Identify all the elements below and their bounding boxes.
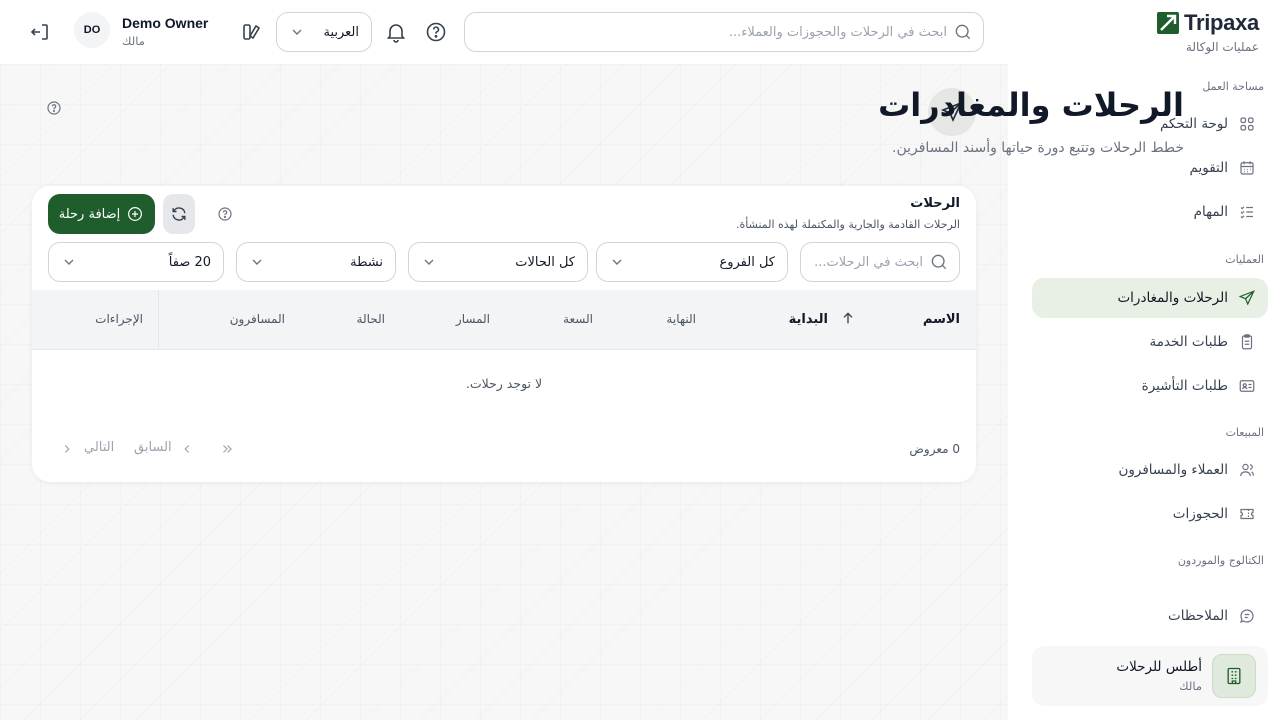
table-header: الاسم البداية النهاية السعة المسار الحال… [32, 290, 976, 350]
branch-filter-value: كل الفروع [719, 254, 775, 270]
page-subtitle: خطط الرحلات وتتبع دورة حياتها وأسند المس… [892, 140, 1184, 156]
avatar[interactable]: DO [74, 12, 110, 48]
organization-role: مالك [1179, 679, 1202, 693]
calendar-icon [1238, 159, 1256, 177]
trips-search-input[interactable]: ابحث في الرحلات... [800, 242, 960, 282]
column-end[interactable]: النهاية [666, 312, 696, 326]
sidebar-item-label: طلبات الخدمة [1149, 334, 1228, 350]
send-icon [1238, 289, 1256, 307]
prev-page-button[interactable]: السابق [134, 440, 172, 455]
grid-icon [1238, 115, 1256, 133]
sidebar-item-label: العملاء والمسافرون [1118, 462, 1228, 478]
sidebar-item-bookings[interactable]: الحجوزات [1032, 494, 1268, 534]
sidebar-item-service-requests[interactable]: طلبات الخدمة [1032, 322, 1268, 362]
refresh-icon [169, 204, 189, 224]
search-icon [929, 252, 949, 272]
language-value: العربية [323, 24, 359, 40]
chevron-down-icon [609, 254, 625, 270]
ticket-icon [1238, 505, 1256, 523]
card-title: الرحلات [910, 196, 960, 211]
arrow-up-icon[interactable] [840, 310, 856, 326]
brand-subtitle: عمليات الوكالة [1185, 40, 1259, 54]
chevron-right-icon [60, 442, 74, 456]
first-page-icon[interactable] [220, 442, 234, 456]
help-icon[interactable] [217, 206, 233, 222]
brand-name: Tripaxa [1184, 10, 1259, 35]
help-icon[interactable] [424, 20, 448, 44]
column-status[interactable]: الحالة [357, 312, 385, 326]
sidebar-item-trips[interactable]: الرحلات والمغادرات [1032, 278, 1268, 318]
card-subtitle: الرحلات القادمة والجارية والمكتملة لهذه … [736, 218, 960, 231]
bell-icon[interactable] [384, 20, 408, 44]
section-catalog: الكتالوج والموردون [1177, 554, 1264, 567]
chevron-down-icon [249, 254, 265, 270]
user-role: مالك [122, 34, 145, 48]
search-icon [953, 22, 973, 42]
top-header: ابحث في الرحلات والحجوزات والعملاء... ال… [0, 0, 1008, 64]
brand-mark-icon [1157, 12, 1180, 34]
page-title: الرحلات والمغادرات [878, 86, 1184, 124]
branch-filter-select[interactable]: كل الفروع [596, 242, 788, 282]
add-trip-label: إضافة رحلة [58, 206, 121, 222]
sidebar-item-notes[interactable]: الملاحظات [1032, 596, 1268, 636]
sidebar-item-label: طلبات التأشيرة [1141, 378, 1228, 394]
sidebar-item-visa-requests[interactable]: طلبات التأشيرة [1032, 366, 1268, 406]
column-divider [158, 290, 159, 350]
user-name: Demo Owner [122, 15, 209, 31]
active-filter-select[interactable]: نشطة [236, 242, 396, 282]
language-select[interactable]: العربية [276, 12, 372, 52]
rows-per-page-select[interactable]: 20 صفاً [48, 242, 224, 282]
empty-state: لا توجد رحلات. [465, 376, 543, 391]
sidebar-item-label: الملاحظات [1168, 608, 1228, 624]
column-actions: الإجراءات [95, 312, 143, 326]
rows-per-page-value: 20 صفاً [168, 254, 211, 270]
global-search-placeholder: ابحث في الرحلات والحجوزات والعملاء... [728, 24, 947, 40]
brand-logo[interactable]: Tripaxa [1156, 10, 1259, 36]
sidebar-item-label: المهام [1193, 204, 1228, 220]
trips-card: الرحلات الرحلات القادمة والجارية والمكتم… [32, 186, 976, 482]
sidebar-item-label: الرحلات والمغادرات [1117, 290, 1228, 306]
section-sales: المبيعات [1225, 426, 1264, 439]
column-route[interactable]: المسار [456, 312, 490, 326]
organization-name: أطلس للرحلات [1116, 659, 1202, 675]
checklist-icon [1238, 203, 1256, 221]
chevron-down-icon [289, 24, 305, 40]
sidebar-item-tasks[interactable]: المهام [1032, 192, 1268, 232]
status-filter-value: كل الحالات [515, 254, 575, 270]
id-card-icon [1238, 377, 1256, 395]
organization-switcher[interactable]: أطلس للرحلات مالك [1032, 646, 1268, 706]
column-start[interactable]: البداية [789, 312, 828, 327]
building-icon [1212, 654, 1256, 698]
trips-search-placeholder: ابحث في الرحلات... [814, 254, 923, 270]
results-count: 0 معروض [909, 442, 960, 456]
users-icon [1238, 461, 1256, 479]
section-workspace: مساحة العمل [1202, 80, 1264, 93]
section-operations: العمليات [1225, 253, 1264, 266]
theme-edit-icon[interactable] [240, 20, 264, 44]
chevron-down-icon [61, 254, 77, 270]
logout-icon[interactable] [28, 20, 52, 44]
add-icon [126, 205, 144, 223]
refresh-button[interactable] [163, 194, 195, 234]
column-travelers[interactable]: المسافرون [230, 312, 285, 326]
status-filter-select[interactable]: كل الحالات [408, 242, 588, 282]
global-search-input[interactable]: ابحث في الرحلات والحجوزات والعملاء... [464, 12, 984, 52]
column-name[interactable]: الاسم [923, 312, 960, 327]
message-icon [1238, 607, 1256, 625]
help-icon[interactable] [46, 100, 62, 116]
sidebar-item-label: التقويم [1189, 160, 1228, 176]
clipboard-icon [1238, 333, 1256, 351]
sidebar-item-label: الحجوزات [1172, 506, 1228, 522]
sidebar-item-customers[interactable]: العملاء والمسافرون [1032, 450, 1268, 490]
chevron-down-icon [421, 254, 437, 270]
column-capacity[interactable]: السعة [563, 312, 593, 326]
active-filter-value: نشطة [350, 254, 383, 270]
add-trip-button[interactable]: إضافة رحلة [48, 194, 155, 234]
chevron-left-icon [180, 442, 194, 456]
next-page-button[interactable]: التالي [84, 440, 114, 455]
